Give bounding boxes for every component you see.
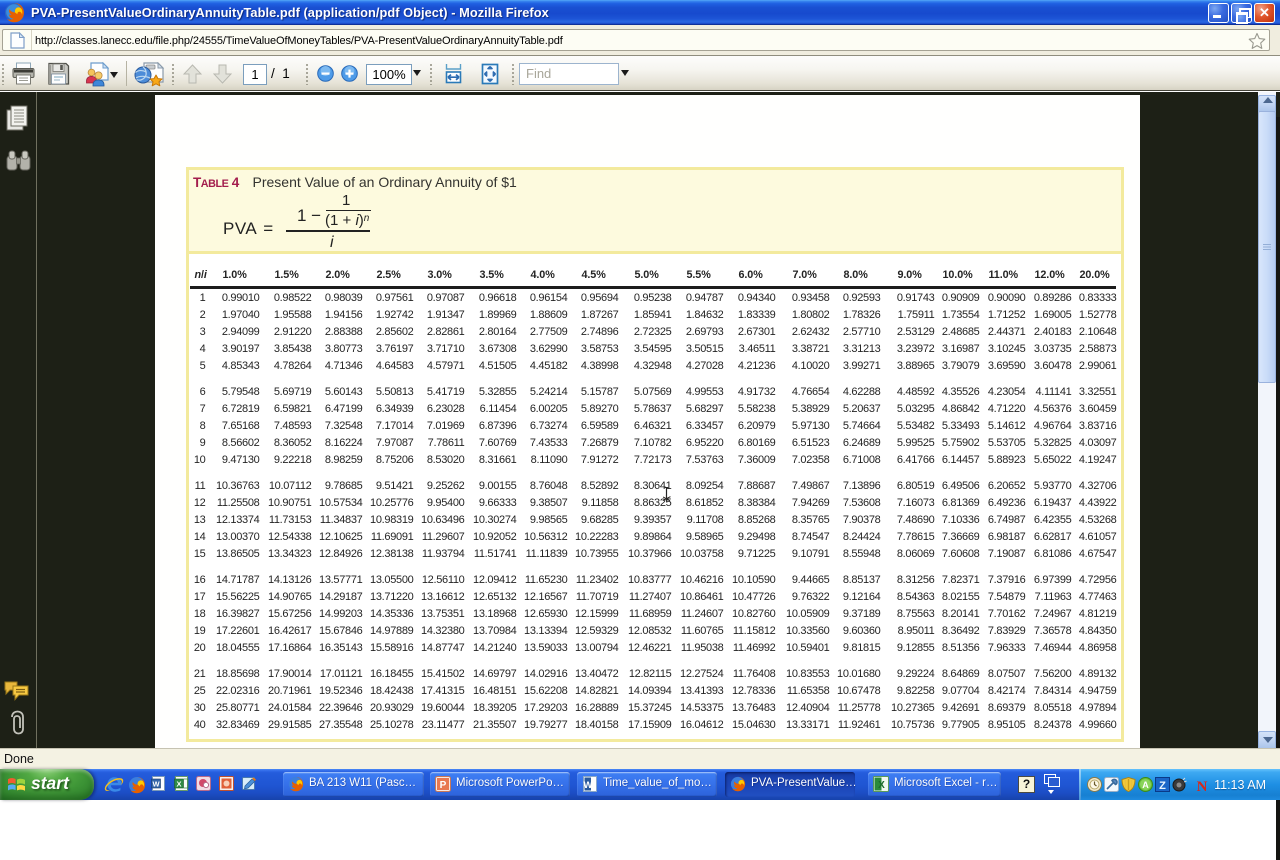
svg-text:W: W	[152, 780, 160, 789]
svg-text:X: X	[176, 780, 181, 789]
svg-text:P: P	[440, 780, 447, 791]
svg-text:X: X	[878, 780, 885, 791]
svg-text:Z: Z	[1159, 780, 1166, 792]
svg-text:A: A	[1142, 780, 1149, 790]
svg-text:W: W	[584, 780, 593, 791]
svg-text:N: N	[1197, 779, 1208, 793]
